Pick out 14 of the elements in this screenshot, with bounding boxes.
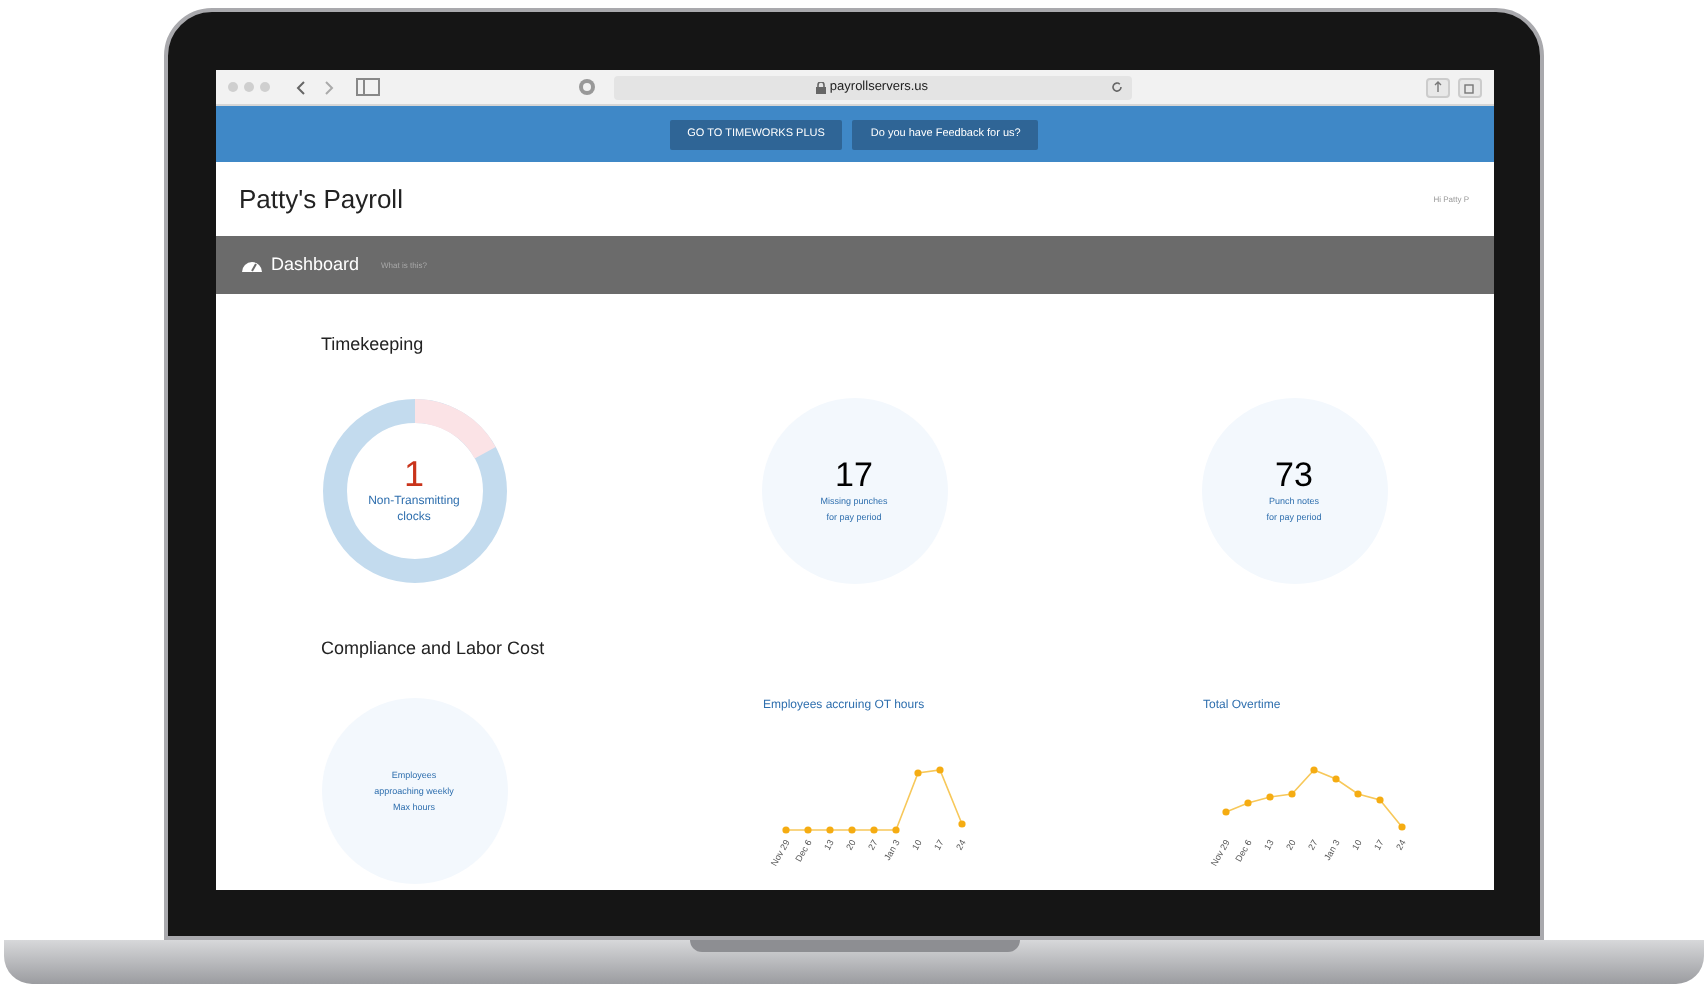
speedometer-icon [241,258,261,272]
count-value: 73 [1275,455,1313,493]
app-title: Patty's Payroll [239,181,403,218]
tabs-icon[interactable] [1457,77,1481,97]
sidebar-icon[interactable] [355,78,379,96]
page-title: Dashboard [271,251,360,278]
lock-icon [815,81,826,93]
count-value: 17 [835,455,873,493]
reload-icon[interactable] [1109,80,1123,94]
count-value: 1 [403,454,424,494]
share-icon[interactable] [1425,77,1449,97]
section-title: Timekeeping [321,332,426,358]
back-icon[interactable] [291,77,311,97]
section-title: Compliance and Labor Cost [321,635,547,662]
